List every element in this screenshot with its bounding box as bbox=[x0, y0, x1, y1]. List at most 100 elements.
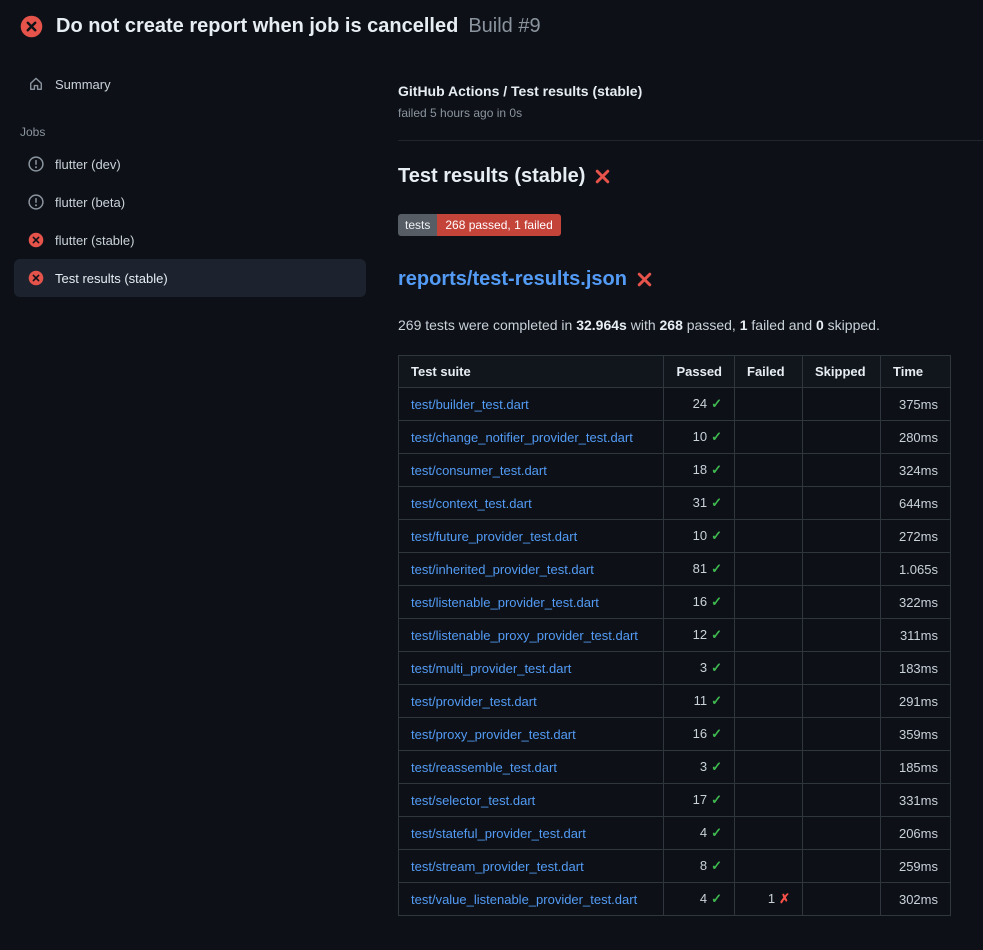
failed-cell: ✗ bbox=[735, 520, 803, 553]
table-header-row: Test suite Passed Failed Skipped Time bbox=[399, 356, 951, 388]
build-number: Build #9 bbox=[468, 15, 540, 38]
test-suite-cell: test/stateful_provider_test.dart bbox=[399, 817, 664, 850]
failed-cell: ✗ bbox=[735, 388, 803, 421]
check-icon: ✓ bbox=[711, 528, 722, 543]
test-suite-link[interactable]: test/stream_provider_test.dart bbox=[411, 859, 584, 874]
table-row: test/change_notifier_provider_test.dart … bbox=[399, 421, 951, 454]
passed-count: 16 bbox=[693, 594, 707, 609]
check-icon: ✓ bbox=[711, 462, 722, 477]
time-cell: 280ms bbox=[881, 421, 951, 454]
failed-cell: ✗ bbox=[735, 586, 803, 619]
sidebar-item-label: Test results (stable) bbox=[55, 271, 168, 286]
test-suite-link[interactable]: test/inherited_provider_test.dart bbox=[411, 562, 594, 577]
table-row: test/proxy_provider_test.dart 16✓ ✗ 359 bbox=[399, 718, 951, 751]
test-suite-link[interactable]: test/selector_test.dart bbox=[411, 793, 535, 808]
time-value: 324ms bbox=[899, 463, 938, 478]
check-icon: ✓ bbox=[711, 759, 722, 774]
test-suite-link[interactable]: test/context_test.dart bbox=[411, 496, 532, 511]
passed-cell: 3✓ bbox=[664, 652, 735, 685]
report-file-link[interactable]: reports/test-results.json bbox=[398, 268, 627, 291]
time-value: 322ms bbox=[899, 595, 938, 610]
test-suite-cell: test/inherited_provider_test.dart bbox=[399, 553, 664, 586]
test-suite-link[interactable]: test/stateful_provider_test.dart bbox=[411, 826, 586, 841]
tests-status-badge: tests 268 passed, 1 failed bbox=[398, 214, 561, 236]
failed-status-icon bbox=[20, 15, 43, 38]
test-suite-cell: test/builder_test.dart bbox=[399, 388, 664, 421]
time-cell: 272ms bbox=[881, 520, 951, 553]
summary-mid3: failed and bbox=[748, 317, 817, 333]
sidebar-item-label: Summary bbox=[55, 77, 111, 92]
skipped-cell bbox=[803, 883, 881, 916]
test-suite-cell: test/listenable_proxy_provider_test.dart bbox=[399, 619, 664, 652]
test-suite-link[interactable]: test/listenable_proxy_provider_test.dart bbox=[411, 628, 638, 643]
sidebar-item-flutter-stable[interactable]: flutter (stable) bbox=[14, 221, 366, 259]
skipped-cell bbox=[803, 850, 881, 883]
sidebar-item-flutter-dev[interactable]: flutter (dev) bbox=[14, 145, 366, 183]
table-row: test/multi_provider_test.dart 3✓ ✗ 183m bbox=[399, 652, 951, 685]
test-suite-link[interactable]: test/reassemble_test.dart bbox=[411, 760, 557, 775]
test-suite-link[interactable]: test/consumer_test.dart bbox=[411, 463, 547, 478]
neutral-status-icon bbox=[28, 194, 44, 210]
test-suite-link[interactable]: test/multi_provider_test.dart bbox=[411, 661, 571, 676]
passed-count: 81 bbox=[693, 561, 707, 576]
table-row: test/consumer_test.dart 18 ✓ ✗ 324ms bbox=[399, 454, 951, 487]
passed-count: 24 bbox=[693, 396, 707, 411]
check-icon: ✓ bbox=[711, 726, 722, 741]
time-cell: 331ms bbox=[881, 784, 951, 817]
passed-cell: 8✓ bbox=[664, 850, 735, 883]
sidebar-item-flutter-beta[interactable]: flutter (beta) bbox=[14, 183, 366, 221]
neutral-status-icon bbox=[28, 156, 44, 172]
failed-status-icon bbox=[28, 270, 44, 286]
passed-count: 18 bbox=[693, 462, 707, 477]
passed-cell: 16✓ bbox=[664, 718, 735, 751]
time-cell: 206ms bbox=[881, 817, 951, 850]
time-cell: 183ms bbox=[881, 652, 951, 685]
test-suite-cell: test/proxy_provider_test.dart bbox=[399, 718, 664, 751]
summary-suffix: skipped. bbox=[824, 317, 880, 333]
time-cell: 185ms bbox=[881, 751, 951, 784]
skipped-cell bbox=[803, 817, 881, 850]
skipped-cell bbox=[803, 751, 881, 784]
sidebar-item-summary[interactable]: Summary bbox=[14, 65, 366, 103]
test-suite-link[interactable]: test/change_notifier_provider_test.dart bbox=[411, 430, 633, 445]
test-suite-link[interactable]: test/provider_test.dart bbox=[411, 694, 537, 709]
skipped-cell bbox=[803, 388, 881, 421]
test-suite-cell: test/provider_test.dart bbox=[399, 685, 664, 718]
failed-cell: ✗ bbox=[735, 619, 803, 652]
summary-passed-count: 268 bbox=[660, 317, 683, 333]
test-suite-link[interactable]: test/value_listenable_provider_test.dart bbox=[411, 892, 637, 907]
table-row: test/selector_test.dart 17✓ ✗ 331ms bbox=[399, 784, 951, 817]
failed-cell: ✗ bbox=[735, 784, 803, 817]
failed-cell: ✗ bbox=[735, 421, 803, 454]
failed-cell: ✗ bbox=[735, 553, 803, 586]
test-suite-cell: test/stream_provider_test.dart bbox=[399, 850, 664, 883]
passed-cell: 10✓ bbox=[664, 421, 735, 454]
time-cell: 259ms bbox=[881, 850, 951, 883]
sidebar-item-test-results-stable[interactable]: Test results (stable) bbox=[14, 259, 366, 297]
test-suite-cell: test/context_test.dart bbox=[399, 487, 664, 520]
check-icon: ✓ bbox=[711, 858, 722, 873]
table-row: test/listenable_proxy_provider_test.dart… bbox=[399, 619, 951, 652]
test-suite-link[interactable]: test/proxy_provider_test.dart bbox=[411, 727, 576, 742]
failed-cell: ✗ bbox=[735, 817, 803, 850]
time-value: 359ms bbox=[899, 727, 938, 742]
test-summary-line: 269 tests were completed in 32.964s with… bbox=[398, 317, 951, 333]
time-value: 291ms bbox=[899, 694, 938, 709]
report-title: reports/test-results.json bbox=[398, 268, 951, 291]
test-suite-link[interactable]: test/listenable_provider_test.dart bbox=[411, 595, 599, 610]
passed-cell: 18 ✓ bbox=[664, 454, 735, 487]
time-cell: 291ms bbox=[881, 685, 951, 718]
time-cell: 322ms bbox=[881, 586, 951, 619]
test-suite-link[interactable]: test/future_provider_test.dart bbox=[411, 529, 577, 544]
test-suite-link[interactable]: test/builder_test.dart bbox=[411, 397, 529, 412]
table-row: test/listenable_provider_test.dart 16✓ ✗ bbox=[399, 586, 951, 619]
passed-count: 3 bbox=[700, 660, 707, 675]
check-icon: ✓ bbox=[711, 792, 722, 807]
fail-cross-icon bbox=[594, 168, 611, 185]
failed-cell: ✗ bbox=[735, 454, 803, 487]
passed-cell: 11✓ bbox=[664, 685, 735, 718]
passed-count: 8 bbox=[700, 858, 707, 873]
table-row: test/value_listenable_provider_test.dart… bbox=[399, 883, 951, 916]
main-content: GitHub Actions / Test results (stable) f… bbox=[380, 51, 983, 940]
table-row: test/context_test.dart 31✓ ✗ 644ms bbox=[399, 487, 951, 520]
